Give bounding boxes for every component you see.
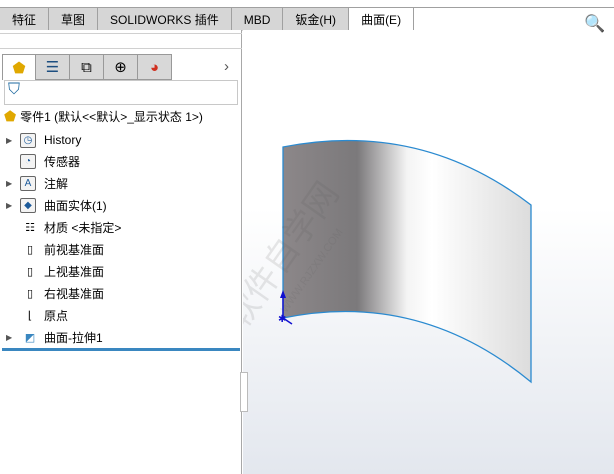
item-label: 材质 <未指定> (44, 220, 122, 235)
feature-manager-tab[interactable]: ⬟ (2, 54, 36, 80)
tree-item-surface-bodies[interactable]: ▶ ◆ 曲面实体(1) (6, 195, 107, 215)
tab-sketch[interactable]: 草图 (49, 8, 99, 31)
panel-resize-handle[interactable] (240, 372, 248, 412)
item-label: 原点 (44, 308, 69, 323)
more-tabs-button[interactable]: › (224, 58, 229, 75)
configuration-manager-tab[interactable]: ⧉ (70, 54, 104, 80)
tree-item-front-plane[interactable]: ▯ 前视基准面 (6, 239, 104, 259)
property-manager-tab[interactable]: ☰ (36, 54, 70, 80)
tree-item-surface-extrude[interactable]: ▶ ◩ 曲面-拉伸1 (6, 327, 103, 347)
dimxpert-icon: ⊕ (114, 59, 127, 76)
tree-item-top-plane[interactable]: ▯ 上视基准面 (6, 261, 104, 281)
tree-item-history[interactable]: ▶ ◷ History (6, 130, 81, 150)
configuration-manager-icon: ⧉ (81, 58, 92, 76)
filter-box[interactable]: ⛉ (4, 80, 238, 105)
item-label: 右视基准面 (44, 286, 105, 301)
part-name: 零件1 (默认<<默认>_显示状态 1>) (20, 110, 203, 124)
origin-icon: ⌊ (27, 309, 33, 322)
display-manager-tab[interactable]: ◕ (138, 54, 172, 80)
zoom-to-fit-icon[interactable]: 🔍 (584, 14, 605, 34)
item-label: 注解 (44, 176, 69, 191)
tab-sheetmetal[interactable]: 钣金(H) (283, 8, 350, 31)
command-tabs: 特征 草图 SOLIDWORKS 插件 MBD 钣金(H) 曲面(E) (0, 7, 415, 31)
tree-item-annotations[interactable]: ▶ A 注解 (6, 173, 68, 193)
filter-icon: ⛉ (8, 81, 21, 98)
item-label: History (44, 133, 82, 147)
history-icon: ◷ (20, 132, 36, 148)
tab-addins[interactable]: SOLIDWORKS 插件 (98, 8, 232, 31)
svg-text:✱: ✱ (278, 314, 286, 325)
tree-item-material[interactable]: ☷ 材质 <未指定> (6, 217, 121, 237)
dimxpert-tab[interactable]: ⊕ (104, 54, 138, 80)
item-label: 前视基准面 (44, 242, 105, 257)
graphics-viewport[interactable]: ✱ 软件自学网 WWW.RJZXW.COM 🔍 (243, 14, 614, 474)
part-icon: ⬟ (4, 108, 17, 124)
tab-features[interactable]: 特征 (0, 8, 50, 31)
feature-manager-panel: ⬟ ☰ ⧉ ⊕ ◕ › ⛉ ⬟ 零件1 (默认<<默认>_显示状态 1>) ▶ ◷ H… (0, 30, 242, 474)
display-manager-icon: ◕ (149, 58, 160, 76)
sensor-icon: ◔ (20, 153, 36, 169)
expand-icon[interactable]: ▶ (6, 333, 20, 342)
item-label: 上视基准面 (44, 264, 105, 279)
item-label: 曲面-拉伸1 (44, 330, 103, 345)
tab-mbd[interactable]: MBD (231, 8, 284, 31)
expand-icon[interactable]: ▶ (6, 179, 20, 188)
tab-surfaces[interactable]: 曲面(E) (349, 7, 415, 31)
item-label: 曲面实体(1) (44, 198, 107, 213)
property-manager-icon: ☰ (45, 59, 60, 76)
plane-icon: ▯ (26, 287, 34, 300)
material-icon: ☷ (25, 221, 35, 234)
item-label: 传感器 (44, 154, 81, 169)
tree-item-sensors[interactable]: ◔ 传感器 (6, 151, 80, 171)
plane-icon: ▯ (26, 243, 34, 256)
tree-root[interactable]: ⬟ 零件1 (默认<<默认>_显示状态 1>) (4, 108, 203, 125)
annotation-icon: A (20, 175, 36, 191)
expand-icon[interactable]: ▶ (6, 136, 20, 145)
tree-item-origin[interactable]: ⌊ 原点 (6, 305, 68, 325)
expand-icon[interactable]: ▶ (6, 201, 20, 210)
plane-icon: ▯ (26, 265, 34, 278)
feature-manager-icon: ⬟ (12, 59, 26, 77)
rollback-bar[interactable] (2, 348, 240, 351)
surface-extrude-icon: ◩ (24, 331, 36, 344)
surface-bodies-icon: ◆ (20, 197, 36, 213)
tree-item-right-plane[interactable]: ▯ 右视基准面 (6, 283, 104, 303)
